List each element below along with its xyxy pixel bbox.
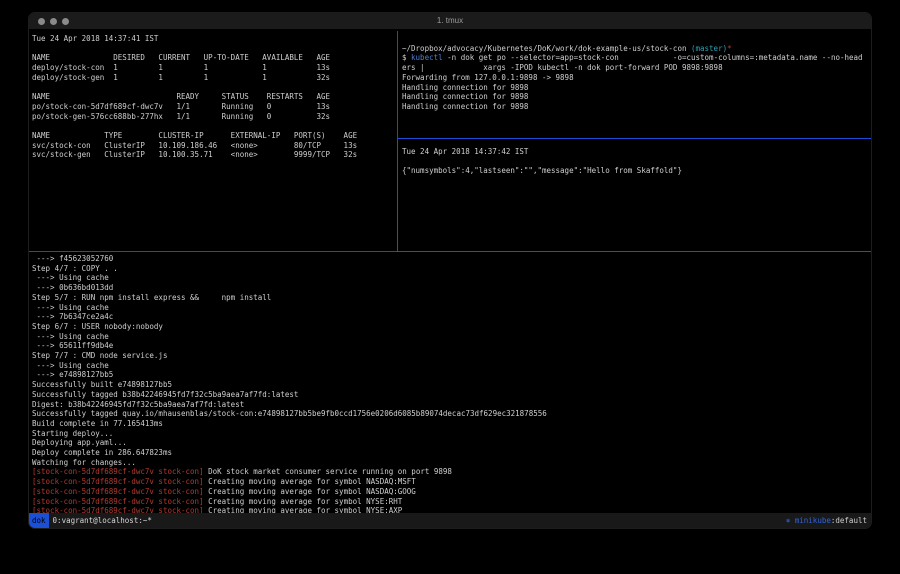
terminal-line [32,121,397,131]
terminal-line: Tue 24 Apr 2018 14:37:42 IST [402,147,872,157]
tmux-session: Tue 24 Apr 2018 14:37:41 IST NAME DESIRE… [29,31,871,513]
traffic-lights [38,18,69,25]
terminal-line: ---> f45623052760 [32,254,872,264]
terminal-line [32,44,397,54]
terminal-line: Starting deploy... [32,429,872,439]
terminal-line: deploy/stock-gen 1 1 1 1 32s [32,73,397,83]
pane-divider-right-active[interactable] [398,138,872,139]
pane-divider-left-inactive[interactable] [29,251,397,252]
terminal-line: NAME READY STATUS RESTARTS AGE [32,92,397,102]
terminal-line: Successfully tagged quay.io/mhausenblas/… [32,409,872,419]
terminal-line: NAME TYPE CLUSTER-IP EXTERNAL-IP PORT(S)… [32,131,397,141]
terminal-line: Tue 24 Apr 2018 14:37:41 IST [32,34,397,44]
tmux-status-right: ⎈ minikube:default [786,516,867,525]
kube-namespace-label: :default [831,516,867,525]
terminal-line: NAME DESIRED CURRENT UP-TO-DATE AVAILABL… [32,53,397,63]
terminal-line: ---> 65611ff9db4e [32,341,872,351]
terminal-line: ---> 0b636bd013dd [32,283,872,293]
terminal-line: Successfully built e74898127bb5 [32,380,872,390]
terminal-line: svc/stock-con ClusterIP 10.109.186.46 <n… [32,141,397,151]
terminal-line [402,157,872,167]
window-title: 1. tmux [29,13,871,29]
terminal-line: Step 5/7 : RUN npm install express && np… [32,293,872,303]
terminal-line: ers | xargs -IPOD kubectl -n dok port-fo… [402,63,872,73]
terminal-line: ---> Using cache [32,332,872,342]
terminal-line: ---> e74898127bb5 [32,370,872,380]
kube-context-label: minikube [790,516,831,525]
terminal-line: [stock-con-5d7df689cf-dwc7v stock-con] C… [32,487,872,497]
terminal-line: Step 7/7 : CMD node service.js [32,351,872,361]
terminal-line: Step 6/7 : USER nobody:nobody [32,322,872,332]
terminal-line: [stock-con-5d7df689cf-dwc7v stock-con] C… [32,497,872,507]
terminal-line: po/stock-con-5d7df689cf-dwc7v 1/1 Runnin… [32,102,397,112]
terminal-line: Deploying app.yaml... [32,438,872,448]
terminal-line: po/stock-gen-576cc688bb-277hx 1/1 Runnin… [32,112,397,122]
terminal-line [32,83,397,93]
pane-divider-vertical-inactive[interactable] [397,31,398,138]
pane-divider-vertical-active[interactable] [397,138,398,252]
terminal-line: Successfully tagged b38b42246945fd7f32c5… [32,390,872,400]
tmux-session-badge: dok [29,513,49,528]
terminal-line: ---> Using cache [32,303,872,313]
terminal-line: Digest: b38b42246945fd7f32c5ba9aea7af7fd… [32,400,872,410]
terminal-line: ---> 7b6347ce2a4c [32,312,872,322]
terminal-line: Step 4/7 : COPY . . [32,264,872,274]
pane-service-response[interactable]: Tue 24 Apr 2018 14:37:42 IST {"numsymbol… [399,139,872,251]
terminal-line: {"numsymbols":4,"lastseen":"","message":… [402,166,872,176]
terminal-line: Build complete in 77.165413ms [32,419,872,429]
terminal-line: svc/stock-gen ClusterIP 10.100.35.71 <no… [32,150,397,160]
pane-port-forward[interactable]: ~/Dropbox/advocacy/Kubernetes/DoK/work/d… [399,31,872,138]
tmux-status-bar: dok 0:vagrant@localhost:~* ⎈ minikube:de… [29,513,871,528]
terminal-line: Handling connection for 9898 [402,92,872,102]
terminal-line: Watching for changes... [32,458,872,468]
terminal-line: deploy/stock-con 1 1 1 1 13s [32,63,397,73]
terminal-line: ---> Using cache [32,273,872,283]
window-titlebar[interactable]: 1. tmux [29,13,871,30]
terminal-line: $ kubectl -n dok get po --selector=app=s… [402,53,872,63]
terminal-window: 1. tmux Tue 24 Apr 2018 14:37:41 IST NAM… [28,12,872,529]
pane-kubectl-resources[interactable]: Tue 24 Apr 2018 14:37:41 IST NAME DESIRE… [29,31,397,251]
minimize-button[interactable] [50,18,57,25]
terminal-line: Handling connection for 9898 [402,102,872,112]
terminal-line: Forwarding from 127.0.0.1:9898 -> 9898 [402,73,872,83]
terminal-line: [stock-con-5d7df689cf-dwc7v stock-con] D… [32,467,872,477]
terminal-line: [stock-con-5d7df689cf-dwc7v stock-con] C… [32,477,872,487]
terminal-line: Handling connection for 9898 [402,83,872,93]
terminal-line: Deploy complete in 286.647823ms [32,448,872,458]
tmux-window-label[interactable]: 0:vagrant@localhost:~* [53,516,152,525]
maximize-button[interactable] [62,18,69,25]
terminal-line [402,34,872,44]
pane-skaffold-log[interactable]: ---> f45623052760Step 4/7 : COPY . . ---… [29,252,872,515]
close-button[interactable] [38,18,45,25]
pane-divider-bottom-active[interactable] [397,251,872,252]
terminal-line: ---> Using cache [32,361,872,371]
terminal-line: ~/Dropbox/advocacy/Kubernetes/DoK/work/d… [402,44,872,54]
